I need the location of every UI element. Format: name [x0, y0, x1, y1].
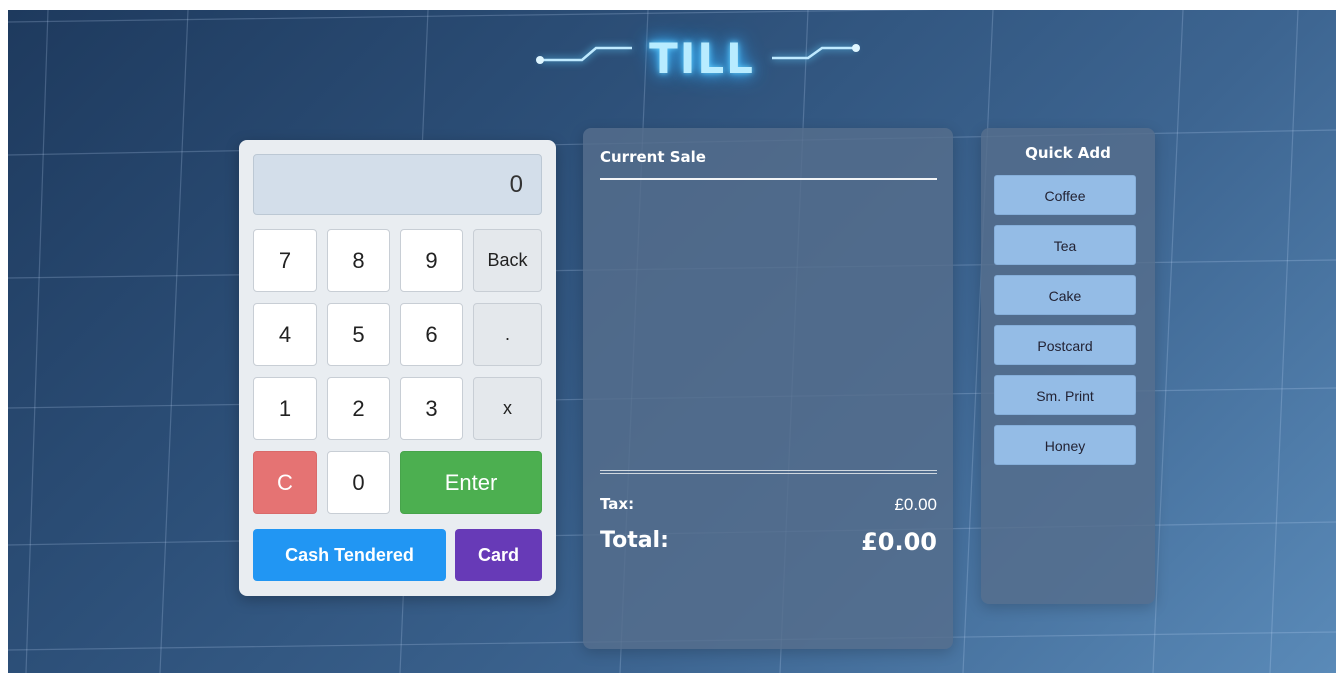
- sale-title: Current Sale: [600, 148, 706, 166]
- key-8[interactable]: 8: [327, 229, 390, 292]
- cash-tendered-button[interactable]: Cash Tendered: [253, 529, 446, 581]
- backspace-button[interactable]: Back: [473, 229, 542, 292]
- quick-add-honey[interactable]: Honey: [994, 425, 1136, 465]
- current-sale-panel: Current Sale Tax: £0.00 Total: £0.00: [583, 128, 953, 649]
- divider: [600, 178, 937, 180]
- quick-add-tea[interactable]: Tea: [994, 225, 1136, 265]
- clear-button[interactable]: C: [253, 451, 317, 514]
- card-button[interactable]: Card: [455, 529, 542, 581]
- key-0[interactable]: 0: [327, 451, 390, 514]
- quick-add-panel: Quick Add Coffee Tea Cake Postcard Sm. P…: [981, 128, 1155, 604]
- sale-items-list[interactable]: [600, 184, 937, 464]
- key-4[interactable]: 4: [253, 303, 317, 366]
- keypad-panel: 0 7 8 9 Back 4 5 6 . 1 2 3 x C 0 Enter C…: [239, 140, 556, 596]
- quick-add-postcard[interactable]: Postcard: [994, 325, 1136, 365]
- quick-add-title: Quick Add: [1025, 144, 1111, 162]
- divider: [600, 470, 937, 474]
- quick-add-cake[interactable]: Cake: [994, 275, 1136, 315]
- decimal-point-button[interactable]: .: [473, 303, 542, 366]
- key-3[interactable]: 3: [400, 377, 463, 440]
- key-1[interactable]: 1: [253, 377, 317, 440]
- page-title: TILL: [649, 34, 755, 83]
- total-label: Total:: [600, 528, 669, 553]
- amount-display: 0: [253, 154, 542, 215]
- till-title: TILL: [532, 32, 872, 88]
- key-5[interactable]: 5: [327, 303, 390, 366]
- key-9[interactable]: 9: [400, 229, 463, 292]
- tax-label: Tax:: [600, 495, 635, 513]
- key-2[interactable]: 2: [327, 377, 390, 440]
- enter-button[interactable]: Enter: [400, 451, 542, 514]
- tax-value: £0.00: [894, 495, 937, 514]
- multiply-button[interactable]: x: [473, 377, 542, 440]
- key-6[interactable]: 6: [400, 303, 463, 366]
- quick-add-coffee[interactable]: Coffee: [994, 175, 1136, 215]
- quick-add-small-print[interactable]: Sm. Print: [994, 375, 1136, 415]
- key-7[interactable]: 7: [253, 229, 317, 292]
- total-value: £0.00: [861, 528, 937, 556]
